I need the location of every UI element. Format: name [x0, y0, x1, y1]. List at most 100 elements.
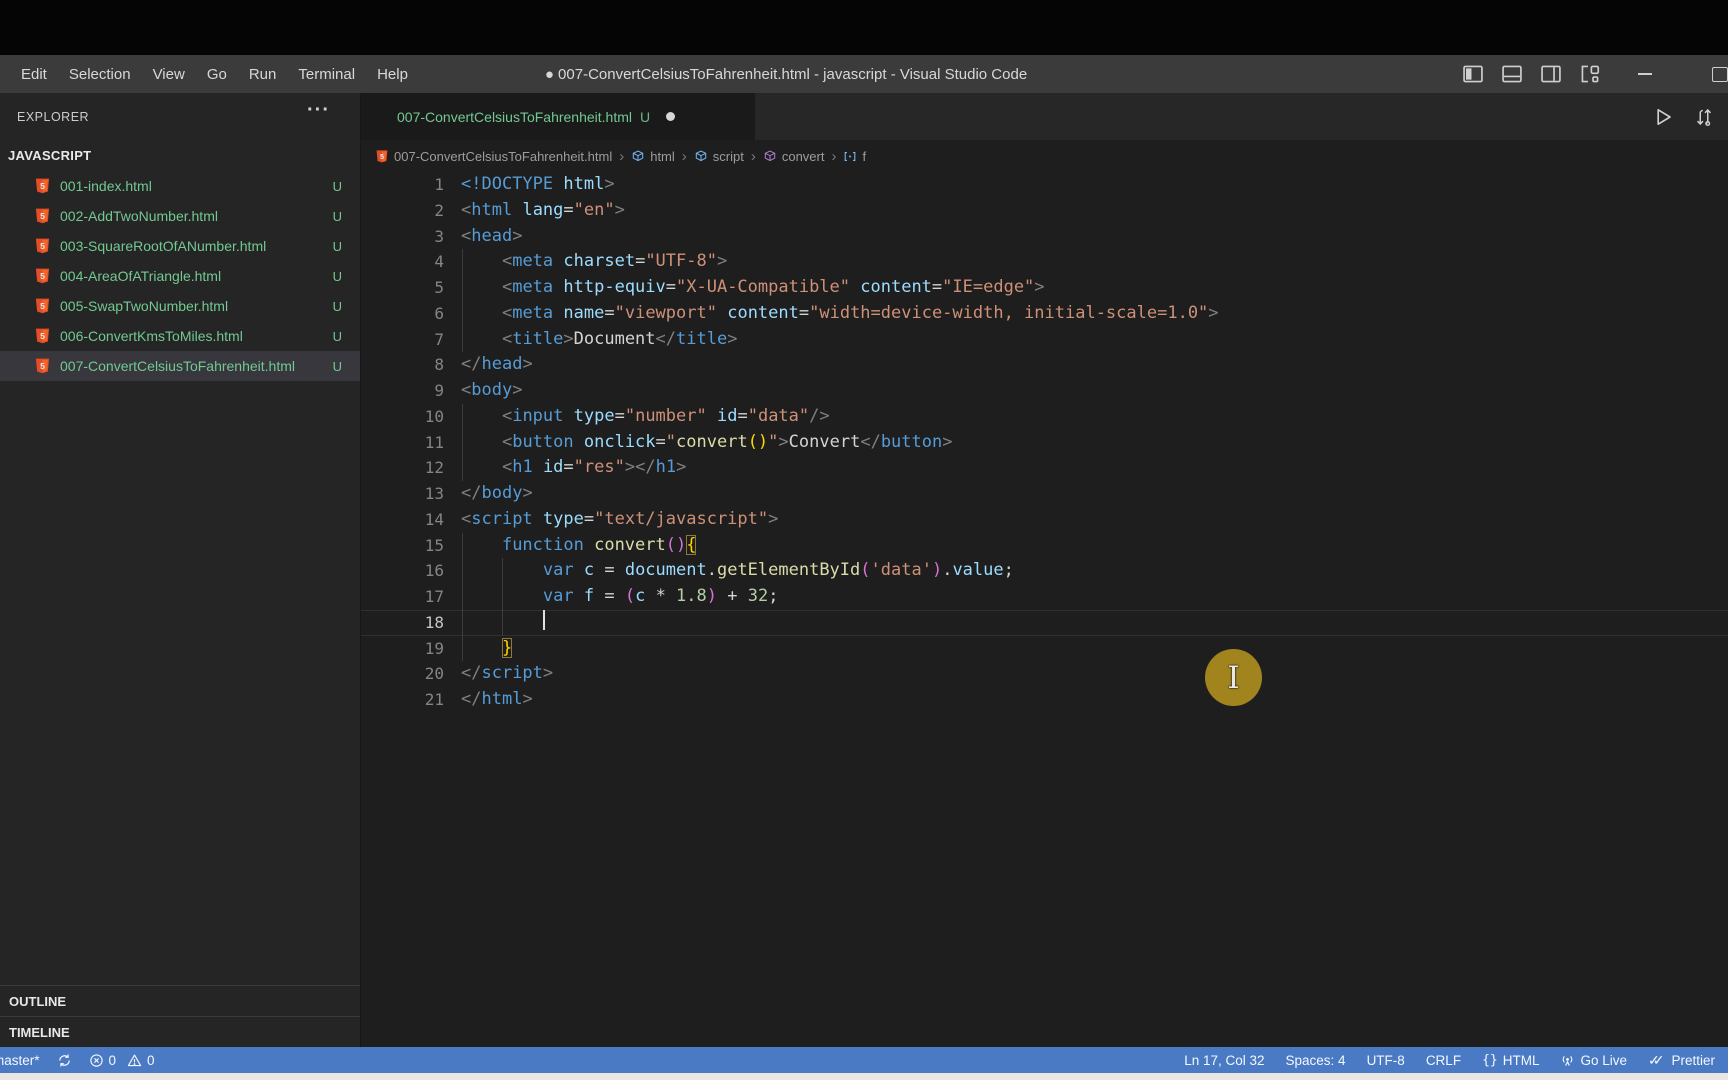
- file-name: 003-SquareRootOfANumber.html: [60, 238, 267, 254]
- line-number: 12: [424, 458, 444, 478]
- code-line-6: 6 <meta name="viewport" content="width=d…: [361, 300, 1728, 327]
- top-black-band: [0, 0, 1728, 55]
- file-row-001-index.html[interactable]: 5 001-index.html U: [0, 171, 360, 201]
- more-actions-icon[interactable]: ···: [307, 99, 330, 122]
- line-content: </html>: [461, 689, 533, 709]
- line-content: <button onclick="convert()">Convert</but…: [461, 429, 1728, 456]
- line-number: 21: [424, 690, 444, 709]
- toggle-panel-icon[interactable]: [1501, 63, 1523, 85]
- run-icon[interactable]: [1652, 106, 1674, 128]
- timeline-section-header[interactable]: TIMELINE: [0, 1016, 360, 1047]
- folder-section-javascript[interactable]: JAVASCRIPT: [0, 140, 360, 171]
- file-row-006-ConvertKmsToMiles.html[interactable]: 5 006-ConvertKmsToMiles.html U: [0, 321, 360, 351]
- menu-bar: Edit Selection View Go Run Terminal Help: [10, 66, 419, 83]
- symbol-variable: [843, 149, 857, 164]
- code-line-18: 18: [361, 609, 1728, 636]
- git-branch-item[interactable]: master*: [0, 1053, 40, 1068]
- menu-view[interactable]: View: [142, 66, 196, 83]
- toggle-secondary-sidebar-icon[interactable]: [1540, 63, 1562, 85]
- explorer-header: EXPLORER ···: [0, 93, 360, 140]
- breadcrumb-separator-icon: ›: [750, 147, 756, 165]
- breadcrumb-item-html[interactable]: html: [631, 149, 675, 164]
- file-row-003-SquareRootOfANumber.html[interactable]: 5 003-SquareRootOfANumber.html U: [0, 231, 360, 261]
- svg-text:5: 5: [40, 331, 45, 341]
- sync-icon[interactable]: [57, 1053, 72, 1068]
- file-row-005-SwapTwoNumber.html[interactable]: 5 005-SwapTwoNumber.html U: [0, 291, 360, 321]
- problems-item[interactable]: 0 0: [89, 1053, 155, 1068]
- line-content: <meta http-equiv="X-UA-Compatible" conte…: [461, 275, 1728, 301]
- git-status-badge: U: [332, 238, 342, 254]
- indent-guide: [461, 558, 463, 584]
- open-changes-icon[interactable]: [1694, 107, 1714, 127]
- line-content: <!DOCTYPE html>: [461, 174, 615, 194]
- broadcast-icon: [1563, 1055, 1573, 1066]
- language-mode-item[interactable]: {} HTML: [1482, 1053, 1539, 1068]
- tab-007-convertcelsiustofahrenheit[interactable]: 007-ConvertCelsiusToFahrenheit.html U: [361, 93, 755, 140]
- file-row-002-AddTwoNumber.html[interactable]: 5 002-AddTwoNumber.html U: [0, 201, 360, 231]
- restore-icon[interactable]: [1712, 67, 1728, 82]
- menu-terminal[interactable]: Terminal: [287, 66, 366, 83]
- line-number: 14: [424, 509, 444, 529]
- menu-help[interactable]: Help: [366, 66, 419, 83]
- menu-run[interactable]: Run: [238, 66, 288, 83]
- modified-dot-icon[interactable]: [666, 112, 676, 121]
- code-editor[interactable]: 1 <!DOCTYPE html> 2 <html lang="en"> 3 <head>…: [361, 172, 1728, 1047]
- code-line-5: 5 <meta http-equiv="X-UA-Compatible" con…: [361, 275, 1728, 301]
- line-number: 15: [424, 535, 444, 555]
- file-list: 5 001-index.html U 5 002-AddTwoNumber.html U 5…: [0, 171, 360, 381]
- file-row-007-ConvertCelsiusToFahrenheit.html[interactable]: 5 007-ConvertCelsiusToFahrenheit.html U: [0, 351, 360, 381]
- breadcrumb-separator-icon: ›: [831, 147, 837, 165]
- minimize-icon[interactable]: [1638, 73, 1652, 75]
- line-number: 20: [424, 664, 444, 684]
- svg-text:5: 5: [40, 211, 45, 221]
- file-name: 007-ConvertCelsiusToFahrenheit.html: [60, 358, 295, 374]
- breadcrumb-item-convert[interactable]: convert: [763, 148, 825, 164]
- breadcrumb-item-f[interactable]: f: [843, 149, 866, 164]
- toggle-sidebar-icon[interactable]: [1462, 63, 1484, 85]
- html5-icon: 5: [34, 237, 51, 255]
- html5-icon: [373, 108, 389, 125]
- file-name: 002-AddTwoNumber.html: [60, 208, 218, 224]
- line-content: <input type="number" id="data"/>: [461, 403, 1728, 430]
- breadcrumb-label: script: [712, 148, 744, 164]
- breadcrumb-item-007-convertcelsiustofahrenheit-html[interactable]: 5 007-ConvertCelsiusToFahrenheit.html: [375, 149, 612, 164]
- code-line-14: 14 <script type="text/javascript">: [361, 507, 1728, 533]
- html5-icon: 5: [34, 207, 51, 225]
- svg-text:5: 5: [380, 152, 384, 160]
- line-content: [461, 609, 1728, 636]
- breadcrumb-item-script[interactable]: script: [694, 149, 744, 164]
- customize-layout-icon[interactable]: [1579, 63, 1601, 85]
- code-line-13: 13 </body>: [361, 481, 1728, 507]
- menu-selection[interactable]: Selection: [58, 66, 142, 83]
- breadcrumb-separator-icon: ›: [619, 147, 625, 165]
- file-row-004-AreaOfATriangle.html[interactable]: 5 004-AreaOfATriangle.html U: [0, 261, 360, 291]
- indent-guide: [502, 584, 504, 610]
- line-content: </script>: [461, 663, 554, 684]
- menu-edit[interactable]: Edit: [10, 66, 58, 83]
- cursor-position-item[interactable]: Ln 17, Col 32: [1184, 1053, 1264, 1068]
- breadcrumb-label: 007-ConvertCelsiusToFahrenheit.html: [394, 148, 613, 164]
- html5-icon: 5: [34, 357, 51, 375]
- file-name: 004-AreaOfATriangle.html: [60, 268, 222, 284]
- eol-item[interactable]: CRLF: [1426, 1053, 1461, 1068]
- go-live-item[interactable]: Go Live: [1560, 1053, 1627, 1068]
- indentation-item[interactable]: Spaces: 4: [1286, 1053, 1346, 1068]
- line-number: 3: [434, 226, 444, 246]
- line-number: 5: [434, 278, 444, 297]
- indent-guide: [461, 635, 463, 662]
- line-content: <meta name="viewport" content="width=dev…: [461, 300, 1728, 327]
- encoding-item[interactable]: UTF-8: [1367, 1053, 1405, 1068]
- git-status-badge: U: [332, 298, 342, 314]
- outline-section-header[interactable]: OUTLINE: [0, 985, 360, 1016]
- menu-go[interactable]: Go: [196, 66, 238, 83]
- prettier-item[interactable]: ✓✓ Prettier: [1648, 1052, 1715, 1069]
- indent-guide: [461, 275, 463, 301]
- text-cursor: [542, 610, 546, 631]
- code-line-7: 7 <title>Document</title>: [361, 326, 1728, 353]
- tab-bar: 007-ConvertCelsiusToFahrenheit.html U: [361, 93, 1728, 140]
- explorer-sidebar: EXPLORER ··· JAVASCRIPT 5 001-index.html U…: [0, 93, 361, 1047]
- line-number: 13: [424, 484, 444, 503]
- error-count: 0: [108, 1052, 117, 1068]
- breadcrumb-label: convert: [781, 148, 825, 164]
- symbol-cube-purple: [763, 149, 777, 164]
